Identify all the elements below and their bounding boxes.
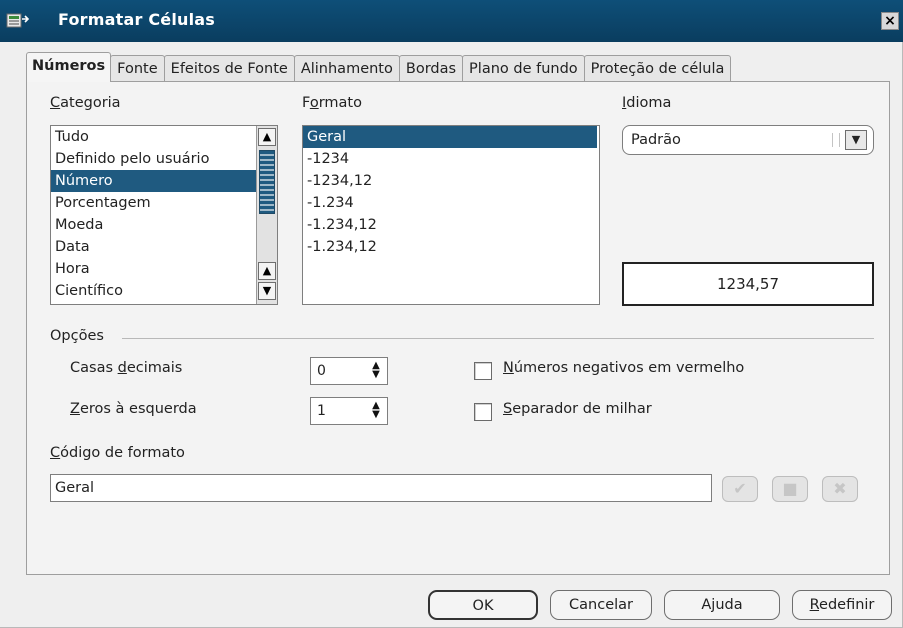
categoria-list[interactable]: Tudo Definido pelo usuário Número Porcen… [50, 125, 278, 305]
list-item[interactable]: Tudo [51, 126, 277, 148]
list-item[interactable]: Hora [51, 258, 277, 280]
window-title: Formatar Células [58, 10, 216, 29]
list-item-selected[interactable]: Geral [303, 126, 597, 148]
list-item[interactable]: Porcentagem [51, 192, 277, 214]
help-label-text: uda [715, 597, 743, 613]
zeros-esquerda-stepper[interactable]: 1 ▲ ▼ [310, 397, 388, 425]
spin-down-arrow-icon[interactable]: ▼ [372, 369, 380, 380]
codigo-formato-label: Código de formato [50, 445, 185, 461]
idioma-label-text: dioma [626, 95, 672, 111]
casas-decimais-label: Casas decimais [70, 360, 182, 376]
checkmark-icon[interactable]: ✔ [722, 476, 758, 502]
separador-milhar-label[interactable]: Separador de milhar [503, 401, 652, 417]
list-item[interactable]: Data [51, 236, 277, 258]
categoria-scrollbar[interactable]: ▲ ▲ ▼ [256, 126, 277, 304]
list-item[interactable]: Científico [51, 280, 277, 302]
tab-bordas[interactable]: Bordas [398, 55, 464, 82]
close-button[interactable]: × [881, 12, 899, 30]
idioma-label: Idioma [622, 95, 671, 111]
tab-alinhamento[interactable]: Alinhamento [293, 55, 400, 82]
tab-fonte[interactable]: Fonte [110, 55, 165, 82]
cancel-button[interactable]: Cancelar [550, 590, 652, 620]
casas-decimais-stepper[interactable]: 0 ▲ ▼ [310, 357, 388, 385]
scroll-thumb[interactable] [259, 150, 275, 214]
chevron-down-icon[interactable]: ▼ [832, 130, 867, 150]
format-cells-dialog: Formatar Células × Números Fonte Efeitos… [0, 0, 903, 628]
negativos-vermelho-label[interactable]: Números negativos em vermelho [503, 360, 744, 376]
tab-protecao-de-celula[interactable]: Proteção de célula [583, 55, 732, 82]
casas-decimais-label-mnemonic: d [117, 360, 127, 376]
list-item[interactable]: Moeda [51, 214, 277, 236]
zeros-esquerda-label-text: eros à esquerda [79, 401, 197, 417]
delete-icon[interactable]: ✖ [822, 476, 858, 502]
tab-plano-de-fundo[interactable]: Plano de fundo [462, 55, 585, 82]
codigo-formato-text: ódigo de formato [60, 445, 185, 461]
formato-list[interactable]: Geral -1234 -1234,12 -1.234 -1.234,12 -1… [302, 125, 600, 305]
title-bar[interactable]: Formatar Células × [0, 0, 903, 42]
scroll-up-arrow-icon[interactable]: ▲ [258, 128, 276, 146]
list-item[interactable]: -1234 [303, 148, 599, 170]
casas-decimais-value: 0 [317, 363, 326, 379]
separador-milhar-text: eparador de milhar [512, 401, 652, 417]
codigo-formato-mnemonic: C [50, 445, 61, 461]
negativos-vermelho-text: úmeros negativos em vermelho [513, 360, 745, 376]
zeros-esquerda-label: Zeros à esquerda [70, 401, 197, 417]
list-item[interactable]: -1234,12 [303, 170, 599, 192]
formato-label-mnemonic: o [309, 95, 319, 111]
help-button[interactable]: Ajuda [664, 590, 780, 620]
formato-label-text: rmato [318, 95, 362, 111]
reset-label-text: edefinir [819, 597, 875, 613]
list-item[interactable]: -1.234 [303, 192, 599, 214]
spin-arrows-icon[interactable]: ▲ ▼ [367, 361, 385, 381]
negativos-vermelho-checkbox[interactable] [474, 362, 492, 380]
format-preview: 1234,57 [622, 262, 874, 306]
formato-label: Formato [302, 95, 362, 111]
reset-label-mnemonic: R [809, 597, 820, 613]
negativos-vermelho-mnemonic: N [503, 360, 514, 376]
separador-milhar-checkbox[interactable] [474, 403, 492, 421]
separador-milhar-mnemonic: S [503, 401, 513, 417]
scroll-down-arrow-icon[interactable]: ▼ [258, 282, 276, 300]
formato-label-pre: F [302, 95, 310, 111]
tab-efeitos-de-fonte[interactable]: Efeitos de Fonte [163, 55, 295, 82]
idioma-select[interactable]: Padrão ▼ [622, 125, 874, 155]
scroll-up-arrow-icon[interactable]: ▲ [258, 262, 276, 280]
ok-button[interactable]: OK [428, 590, 538, 620]
help-label-pre: A [701, 597, 712, 613]
list-item[interactable]: Definido pelo usuário [51, 148, 277, 170]
spin-arrows-icon[interactable]: ▲ ▼ [367, 401, 385, 421]
list-item[interactable]: -1.234,12 [303, 214, 599, 236]
list-item-selected[interactable]: Número [51, 170, 277, 192]
app-icon [6, 13, 30, 28]
zeros-esquerda-label-mnemonic: Z [70, 401, 80, 417]
zeros-esquerda-value: 1 [317, 403, 326, 419]
categoria-label: Categoria [50, 95, 121, 111]
tab-bar: Números Fonte Efeitos de Fonte Alinhamen… [26, 52, 732, 82]
casas-decimais-label-pre: Casas [70, 360, 118, 376]
tab-numeros[interactable]: Números [26, 52, 112, 82]
codigo-formato-input[interactable]: Geral [50, 474, 712, 502]
categoria-label-mnemonic: C [50, 95, 61, 111]
categoria-label-text: ategoria [60, 95, 121, 111]
opcoes-divider [122, 338, 874, 339]
idioma-value: Padrão [631, 132, 681, 148]
comment-icon[interactable]: ■ [772, 476, 808, 502]
casas-decimais-label-text: ecimais [126, 360, 183, 376]
opcoes-label: Opções [50, 328, 104, 344]
reset-button[interactable]: Redefinir [792, 590, 892, 620]
list-item[interactable]: -1.234,12 [303, 236, 599, 258]
spin-down-arrow-icon[interactable]: ▼ [372, 409, 380, 420]
